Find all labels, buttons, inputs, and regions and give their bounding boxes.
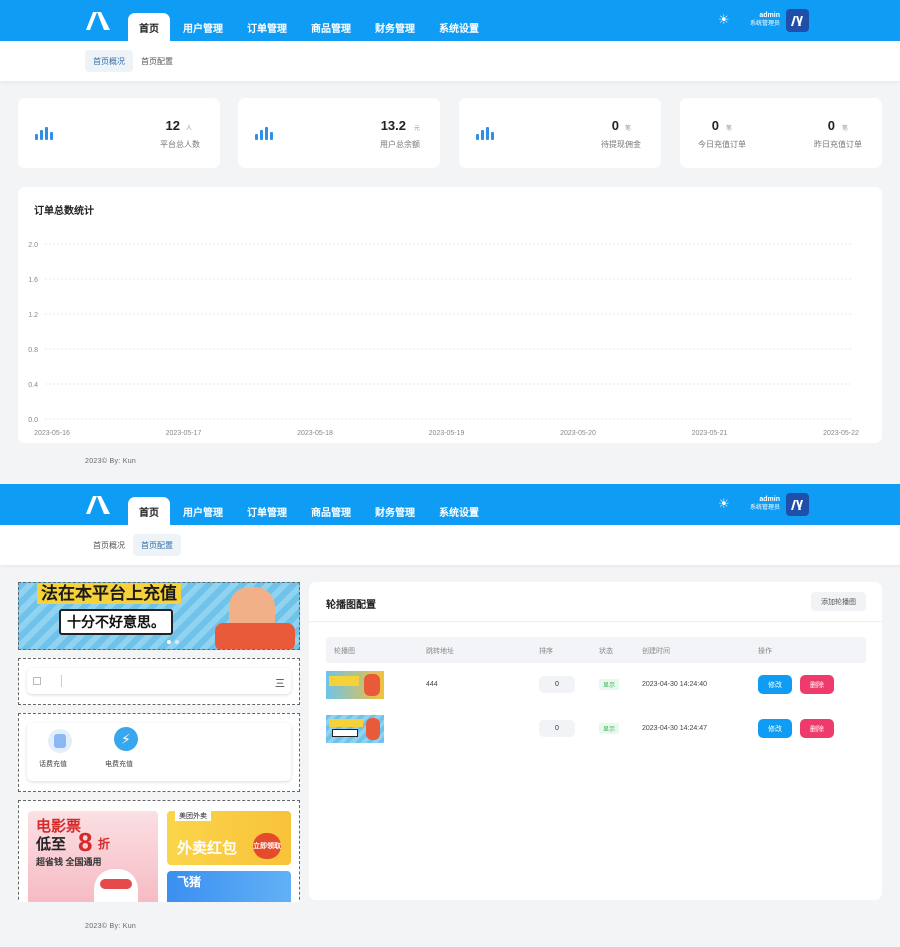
column-header: 操作 <box>758 648 772 655</box>
divider <box>61 675 62 687</box>
y-tick-label: 0.0 <box>28 417 38 424</box>
broken-image-icon <box>33 677 41 685</box>
nav-home[interactable]: 首页 <box>128 497 170 525</box>
column-header: 轮播图 <box>334 648 355 655</box>
preview-services-card: 话费充值 ⚡ 电费充值 <box>27 723 291 781</box>
promo-brand: 美团外卖 <box>175 811 211 821</box>
promo-blue[interactable]: 飞猪 <box>167 871 291 902</box>
promo-number: 8 <box>78 827 93 857</box>
dashboard-screen: 首页 用户管理 订单管理 商品管理 财务管理 系统设置 ☀ admin 系统管理… <box>0 0 900 484</box>
x-tick-label: 2023-05-22 <box>823 430 859 437</box>
preview-services-section[interactable]: 话费充值 ⚡ 电费充值 <box>18 713 300 792</box>
banner-text: 十分不好意思。 <box>59 609 173 635</box>
status-badge: 显示 <box>599 679 619 690</box>
carousel-dot[interactable] <box>175 640 179 644</box>
footer: 2023© By: Kun <box>85 458 137 465</box>
promo-text: 外卖红包 <box>177 840 238 857</box>
created-time: 2023-04-30 14:24:40 <box>642 681 707 688</box>
top-navbar: 首页 用户管理 订单管理 商品管理 财务管理 系统设置 ☀ admin 系统管理… <box>0 484 900 525</box>
x-tick-label: 2023-05-21 <box>692 430 728 437</box>
phone-recharge-icon[interactable] <box>48 729 72 753</box>
nav-products[interactable]: 商品管理 <box>300 497 362 525</box>
promo-cat-illustration <box>94 869 138 902</box>
service-label: 电费充值 <box>105 761 133 768</box>
table-row: 0 显示 2023-04-30 14:24:47 修改 删除 <box>326 711 866 747</box>
y-tick-label: 1.2 <box>28 312 38 319</box>
promo-movie[interactable]: 电影票 低至 8 折 超省钱 全国通用 <box>28 811 158 902</box>
banner-thumbnail[interactable] <box>326 715 384 743</box>
y-tick-label: 0.8 <box>28 347 38 354</box>
sort-input[interactable]: 0 <box>539 676 575 693</box>
x-tick-label: 2023-05-17 <box>166 430 202 437</box>
menu-icon[interactable]: 三 <box>275 675 285 690</box>
nav-orders[interactable]: 订单管理 <box>236 497 298 525</box>
banner-text: 法在本平台上充值 <box>37 583 181 604</box>
preview-banner[interactable]: 法在本平台上充值 十分不好意思。 <box>18 582 300 650</box>
jump-url: 444 <box>426 681 438 688</box>
promo-text: 低至 <box>36 836 67 853</box>
preview-search-section[interactable]: 三 <box>18 658 300 705</box>
table-header: 轮播图 跳转地址 排序 状态 创建时间 操作 <box>326 637 866 663</box>
promo-claim-button[interactable]: 立即领取 <box>253 833 281 859</box>
nav-settings[interactable]: 系统设置 <box>428 497 490 525</box>
preview-search-bar[interactable]: 三 <box>27 668 291 694</box>
main-nav: 首页 用户管理 订单管理 商品管理 财务管理 系统设置 <box>128 484 492 525</box>
user-role: 系统管理员 <box>749 505 780 511</box>
column-header: 状态 <box>599 648 613 655</box>
user-name: admin <box>759 496 780 503</box>
sub-tabs: 首页概况 首页配置 <box>0 525 900 565</box>
x-tick-label: 2023-05-20 <box>560 430 596 437</box>
panel-title: 轮播图配置 <box>326 600 376 611</box>
divider <box>309 621 882 622</box>
subtab-config[interactable]: 首页配置 <box>133 534 181 556</box>
logo-icon <box>86 496 110 514</box>
subtab-overview[interactable]: 首页概况 <box>85 534 133 556</box>
column-header: 跳转地址 <box>426 648 454 655</box>
electric-recharge-icon[interactable]: ⚡ <box>114 727 138 751</box>
add-banner-button[interactable]: 添加轮播图 <box>811 592 866 611</box>
y-tick-label: 1.6 <box>28 277 38 284</box>
carousel-dot[interactable] <box>167 640 171 644</box>
delete-button[interactable]: 删除 <box>800 675 834 694</box>
avatar-logo-icon <box>790 499 803 510</box>
nav-finance[interactable]: 财务管理 <box>364 497 426 525</box>
column-header: 排序 <box>539 648 553 655</box>
promo-text: 飞猪 <box>177 875 202 889</box>
banner-config-panel: 轮播图配置 添加轮播图 轮播图 跳转地址 排序 状态 创建时间 操作 444 0… <box>309 582 882 900</box>
column-header: 创建时间 <box>642 648 670 655</box>
promo-text: 超省钱 全国通用 <box>36 857 102 867</box>
theme-toggle-icon[interactable]: ☀ <box>718 497 731 510</box>
table-row: 444 0 显示 2023-04-30 14:24:40 修改 删除 <box>326 667 866 703</box>
promo-waimai[interactable]: 美团外卖 外卖红包 立即领取 <box>167 811 291 865</box>
promo-text: 折 <box>98 837 111 851</box>
banner-thumbnail[interactable] <box>326 671 384 699</box>
config-screen: 首页 用户管理 订单管理 商品管理 财务管理 系统设置 ☀ admin 系统管理… <box>0 484 900 947</box>
nav-users[interactable]: 用户管理 <box>172 497 234 525</box>
delete-button[interactable]: 删除 <box>800 719 834 738</box>
x-tick-label: 2023-05-16 <box>34 430 70 437</box>
y-tick-label: 2.0 <box>28 242 38 249</box>
x-tick-label: 2023-05-18 <box>297 430 333 437</box>
x-tick-label: 2023-05-19 <box>429 430 465 437</box>
sort-input[interactable]: 0 <box>539 720 575 737</box>
edit-button[interactable]: 修改 <box>758 719 792 738</box>
preview-promo-section[interactable]: 电影票 低至 8 折 超省钱 全国通用 美团外卖 外卖红包 立即领取 飞猪 <box>18 800 300 902</box>
footer: 2023© By: Kun <box>85 923 137 930</box>
created-time: 2023-04-30 14:24:47 <box>642 725 707 732</box>
banner-cartoon-body <box>215 623 295 649</box>
mobile-preview: 法在本平台上充值 十分不好意思。 三 话费充值 ⚡ 电费充值 电影票 低至 8 … <box>18 582 300 902</box>
user-info[interactable]: admin 系统管理员 <box>742 496 780 512</box>
y-tick-label: 0.4 <box>28 382 38 389</box>
order-chart: 0.0 0.4 0.8 1.2 1.6 2.0 2023-05-16 2023-05-17 20… <box>28 242 859 437</box>
status-badge: 显示 <box>599 723 619 734</box>
service-label: 话费充值 <box>39 761 67 768</box>
edit-button[interactable]: 修改 <box>758 675 792 694</box>
avatar[interactable] <box>786 493 809 516</box>
